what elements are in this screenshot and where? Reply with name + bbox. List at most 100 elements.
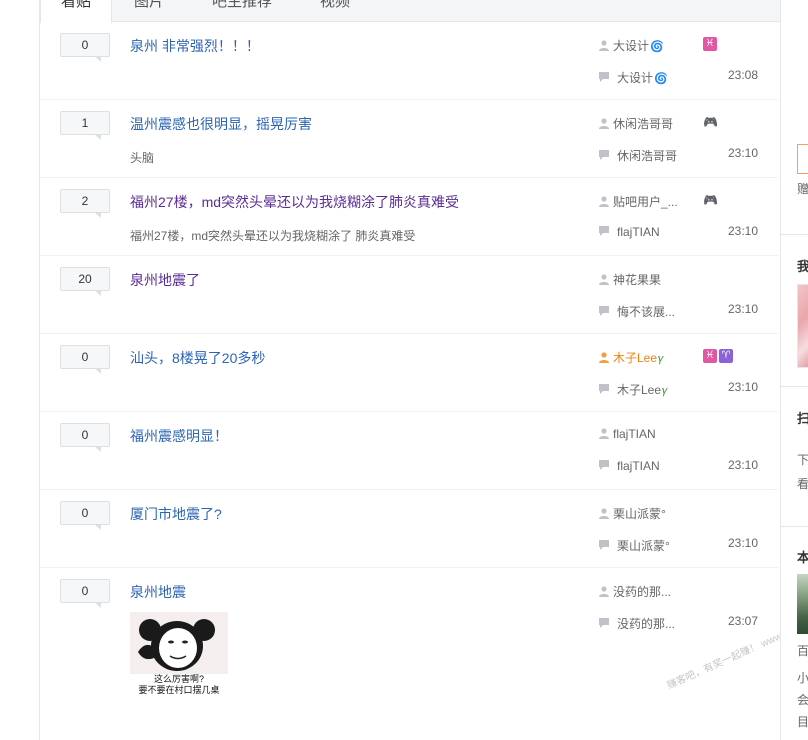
last-reply-user[interactable]: 大设计🌀 [598,69,668,86]
gamepad-icon: 🎮 [703,193,718,207]
image-caption: 这么厉害啊? 要不要在村口摆几桌 [138,674,220,695]
sidebar-download-text: 下 [797,453,808,467]
sidebar-divider [781,386,808,387]
last-reply-name[interactable]: 大设计 [617,71,653,85]
author-name[interactable]: 栗山派蒙° [613,507,666,521]
thread-author[interactable]: 没药的那... [598,583,671,600]
last-reply-name[interactable]: 栗山派蒙° [617,539,670,553]
message-icon [599,460,609,470]
thread-title-link[interactable]: 厦门市地震了? [130,504,222,524]
last-reply-user[interactable]: 悔不该展... [598,303,675,320]
last-reply-name[interactable]: 悔不该展... [617,305,675,319]
author-name[interactable]: 贴吧用户_... [613,195,678,209]
sidebar-download-text-2: 看 [797,477,808,491]
sidebar-heading-this-forum: 本 [797,550,808,565]
sidebar-text-line: 百 [797,644,808,658]
tab-moderator-picks[interactable]: 吧主推荐 [212,0,272,22]
sidebar-heading-mine: 我 [797,259,808,274]
thread-row: 2 福州27楼，md突然头晕还以为我烧糊涂了肺炎真难受 福州27楼，md突然头晕… [40,178,778,256]
thread-row: 0 福州震感明显！ flajTIAN flajTIAN 23:10 [40,412,778,490]
author-name[interactable]: 休闲浩哥哥 [613,117,673,131]
thread-author[interactable]: 栗山派蒙° [598,505,666,522]
right-sidebar: 赠 我 扫 下 看 本 百 小 会 目 [780,0,808,740]
gamepad-icon: 🎮 [703,115,718,129]
sprout-icon: 𝛾 [662,385,668,397]
thread-author[interactable]: 木子Lee𝛾 [598,349,664,366]
last-reply-user[interactable]: flajTIAN [598,459,660,473]
author-name[interactable]: 木子Lee [613,351,657,365]
user-icon [599,586,609,597]
thread-author[interactable]: 大设计🌀 [598,37,664,54]
author-name[interactable]: flajTIAN [613,427,656,441]
reply-count-badge: 2 [60,189,110,218]
sprout-icon: 𝛾 [658,353,664,365]
last-reply-time: 23:10 [728,458,759,472]
last-reply-time: 23:10 [728,536,759,550]
user-icon [599,508,609,519]
forum-photo[interactable] [797,574,808,634]
user-icon [599,274,609,285]
thread-author[interactable]: flajTIAN [598,427,656,441]
last-reply-user[interactable]: flajTIAN [598,225,660,239]
author-name[interactable]: 没药的那... [613,585,671,599]
last-reply-name[interactable]: 休闲浩哥哥 [617,149,677,163]
last-reply-user[interactable]: 木子Lee𝛾 [598,381,668,398]
last-reply-name[interactable]: flajTIAN [617,225,660,239]
last-reply-user[interactable]: 休闲浩哥哥 [598,147,677,164]
sidebar-text-line: 小 [797,671,808,685]
gift-button[interactable] [797,144,808,174]
thread-title-link[interactable]: 温州震感也很明显，摇晃厉害 [130,114,312,134]
message-icon [599,384,609,394]
last-reply-name[interactable]: 没药的那... [617,617,675,631]
aries-icon: ♈ [719,349,733,363]
thread-abstract: 福州27楼，md突然头晕还以为我烧糊涂了 肺炎真难受 [130,229,416,243]
last-reply-name[interactable]: flajTIAN [617,459,660,473]
reply-count-badge: 0 [60,345,110,374]
reply-count-badge: 0 [60,423,110,452]
message-icon [599,226,609,236]
thread-author[interactable]: 休闲浩哥哥 [598,115,673,132]
tab-videos[interactable]: 视频 [320,0,350,22]
thread-list: 0 泉州 非常强烈！！！ 大设计🌀 ♓ 大设计🌀 23:08 1 温州震感也很明… [40,22,778,728]
reply-count-badge: 0 [60,33,110,62]
author-name[interactable]: 神花果果 [613,273,661,287]
thread-row: 0 泉州 非常强烈！！！ 大设计🌀 ♓ 大设计🌀 23:08 [40,22,778,100]
thread-abstract: 头脑 [130,151,155,165]
user-avatar[interactable] [797,284,808,368]
sidebar-text-line: 目 [797,715,808,729]
last-reply-time: 23:08 [728,68,759,82]
user-icon [599,352,609,363]
thread-title-link[interactable]: 泉州地震了 [130,270,200,290]
thread-title-link[interactable]: 汕头，8楼晃了20多秒 [130,348,265,368]
last-reply-time: 23:10 [728,224,759,238]
message-icon [599,306,609,316]
thread-author[interactable]: 神花果果 [598,271,661,288]
thread-title-link[interactable]: 福州震感明显！ [130,426,228,446]
thread-title-link[interactable]: 泉州地震 [130,582,186,602]
last-reply-name[interactable]: 木子Lee [617,383,661,397]
reply-count-badge: 0 [60,579,110,608]
user-icon [599,196,609,207]
thread-row: 0 汕头，8楼晃了20多秒 木子Lee𝛾 ♓ ♈ 木子Lee𝛾 23:10 [40,334,778,412]
message-icon [599,72,609,82]
tab-posts[interactable]: 看贴 [40,0,112,23]
last-reply-user[interactable]: 栗山派蒙° [598,537,670,554]
tab-images[interactable]: 图片 [134,0,164,22]
pisces-icon: ♓ [703,349,717,363]
sidebar-divider [781,526,808,527]
author-name[interactable]: 大设计 [613,39,649,53]
thread-row: 1 温州震感也很明显，摇晃厉害 头脑 休闲浩哥哥 🎮 休闲浩哥哥 23:10 [40,100,778,178]
last-reply-time: 23:10 [728,302,759,316]
last-reply-user[interactable]: 没药的那... [598,615,675,632]
sidebar-text-line: 会 [797,693,808,707]
thread-title-link[interactable]: 福州27楼，md突然头晕还以为我烧糊涂了肺炎真难受 [130,192,459,212]
user-icon [599,118,609,129]
message-icon [599,540,609,550]
swirl-icon: 🌀 [654,73,668,85]
user-icon [599,40,609,51]
thread-row: 20 泉州地震了 神花果果 悔不该展... 23:10 [40,256,778,334]
thread-title-link[interactable]: 泉州 非常强烈！！！ [130,36,260,56]
thread-image-thumbnail[interactable]: 这么厉害啊? 要不要在村口摆几桌 [130,612,228,696]
gift-label: 赠 [797,182,808,196]
thread-author[interactable]: 贴吧用户_... [598,193,678,210]
